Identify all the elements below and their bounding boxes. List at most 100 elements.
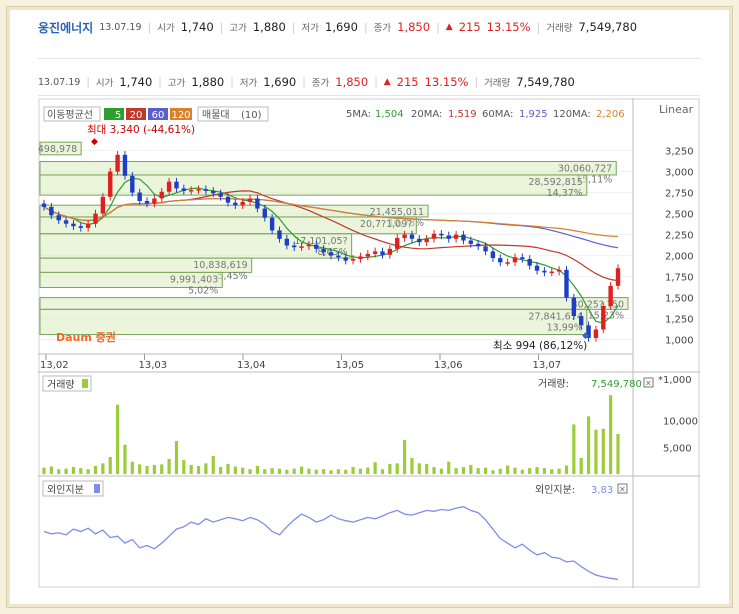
candle-body (262, 208, 267, 218)
candle-body (505, 262, 510, 264)
volume-bar (506, 465, 510, 474)
candle-body (402, 234, 407, 238)
x-tick-label: 13,05 (336, 360, 365, 371)
volume-bar (49, 466, 53, 474)
high-value-compact: 1,880 (191, 75, 225, 89)
candle-body (328, 252, 334, 256)
price-profile-pct: 14,37% (547, 188, 583, 199)
candle-body (93, 213, 98, 224)
ma5-label: 5 (115, 110, 121, 121)
close-label: 종가 (373, 23, 392, 34)
volume-bar (557, 468, 561, 474)
volume-label: 거래량 (546, 23, 573, 34)
close-value: 1,850 (397, 20, 431, 34)
price-profile-pct: 13,99% (547, 322, 583, 333)
stock-name[interactable]: 웅진에너지 (38, 19, 93, 36)
open-value: 1,740 (180, 20, 214, 34)
candle-body (240, 201, 245, 206)
volume-bar (351, 467, 355, 474)
volume-value-compact: 7,549,780 (516, 75, 575, 89)
candle-body (122, 154, 128, 176)
volume-bar (520, 469, 524, 474)
volume-bar (498, 468, 502, 474)
candle-body (181, 188, 187, 191)
ma120-value-label: 120MA: (553, 109, 591, 120)
scale-mode[interactable]: Linear (659, 103, 694, 116)
foreign-swatch (94, 484, 100, 493)
high-label: 고가 (229, 23, 247, 34)
candle-body (137, 192, 142, 201)
volume-bar (432, 467, 436, 474)
candle-body (284, 238, 290, 246)
candle-body (78, 226, 83, 228)
volume-bar (130, 461, 134, 474)
candle-body (314, 244, 319, 249)
volume-bar (263, 469, 267, 474)
candle-body (615, 268, 621, 286)
volume-bar (616, 434, 620, 474)
volume-bar (329, 470, 333, 474)
candle-body (115, 154, 120, 172)
ma5-value: 1,504 (375, 109, 404, 120)
price-profile-bar (39, 308, 588, 336)
candle-body (417, 238, 422, 243)
candle-body (336, 255, 341, 258)
volume-bar (469, 464, 473, 474)
up-arrow-icon: ▲ (445, 22, 453, 32)
stock-chart: 2,498,97830,060,72715,11%28,592,81514,37… (29, 98, 700, 588)
volume-bar (594, 429, 598, 474)
candle-body (571, 297, 577, 317)
volume-bar (211, 455, 215, 474)
price-tick-label: 2,750 (665, 189, 694, 200)
candle-body (218, 193, 223, 197)
candle-body (343, 257, 348, 261)
ma-legend-label: 이동평균선 (47, 109, 93, 121)
candle-body (144, 201, 150, 204)
candle-body (277, 230, 282, 239)
candle-body (350, 258, 356, 261)
change-value: 215 (458, 20, 481, 34)
foreign-current-value: 3,83 (591, 485, 613, 496)
foreign-current-label: 외인지분: (535, 484, 575, 496)
candle-body (380, 251, 385, 255)
ma120-value: 2,206 (596, 109, 625, 120)
volume-bar (160, 464, 164, 474)
low-value-compact: 1,690 (263, 75, 297, 89)
volume-bar (461, 467, 466, 474)
change-value-compact: 215 (396, 75, 419, 89)
candle-body (579, 316, 584, 326)
close-icon: ✕ (619, 485, 626, 494)
volume-bar (586, 416, 591, 474)
high-label-compact: 고가 (167, 78, 186, 89)
low-value: 1,690 (325, 20, 358, 34)
candle-body (255, 198, 260, 209)
price-profile-pct: 5,02% (188, 285, 218, 296)
candle-body (63, 220, 69, 224)
volume-bar (550, 469, 554, 474)
volume-bar (483, 467, 488, 474)
candle-body (49, 206, 54, 216)
candle-body (409, 234, 415, 239)
volume-bar (174, 440, 179, 474)
price-profile-volume: 17,101,05? (294, 236, 347, 247)
volume-label-compact: 거래량 (484, 78, 511, 89)
candle-body (601, 306, 606, 330)
volume-bar (564, 465, 569, 474)
price-profile-volume: 20,7?1,09? (360, 219, 412, 230)
volume-bar (42, 467, 46, 474)
candle-body (475, 243, 481, 247)
candle-body (41, 203, 47, 207)
summary-header: 웅진에너지 13.07.19 | 시가 1,740 | 고가 1,880 | 저가 1… (38, 19, 638, 36)
volume-bar (270, 468, 274, 474)
volume-bar (366, 467, 370, 474)
candle-body (71, 223, 76, 227)
price-profile-bar (39, 174, 588, 196)
candle-body (453, 234, 459, 239)
candle-body (292, 245, 297, 248)
x-tick-label: 13,04 (237, 360, 266, 371)
open-label-compact: 시가 (95, 78, 114, 89)
ma20-label: 20 (130, 110, 143, 121)
candle-body (512, 257, 518, 263)
volume-bar (182, 460, 186, 474)
x-tick-label: 13,06 (434, 360, 463, 371)
